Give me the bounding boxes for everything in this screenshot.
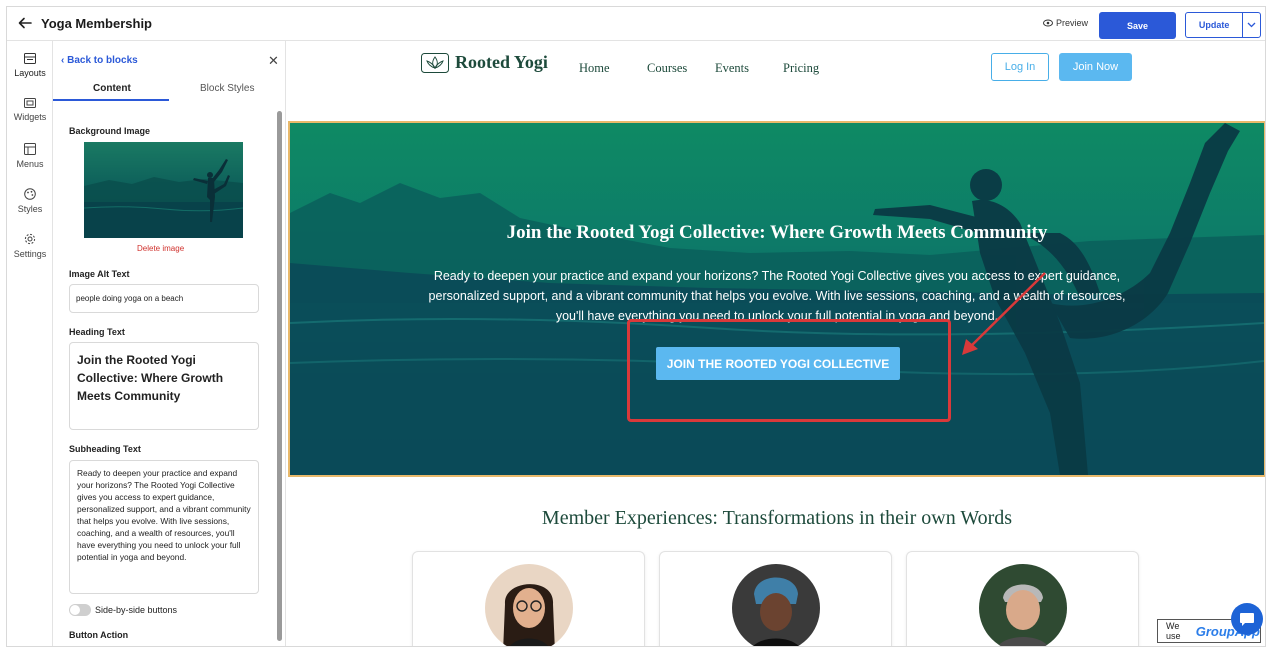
rail-label: Widgets — [13, 112, 47, 122]
subheading-text-input[interactable]: Ready to deepen your practice and expand… — [69, 460, 259, 594]
site-logo[interactable]: Rooted Yogi — [421, 52, 548, 73]
join-now-button[interactable]: Join Now — [1059, 53, 1132, 81]
update-label: Update — [1198, 20, 1230, 30]
chevron-down-icon — [1247, 22, 1256, 28]
image-alt-text-label: Image Alt Text — [69, 269, 130, 279]
login-button[interactable]: Log In — [991, 53, 1049, 81]
back-to-blocks-label: Back to blocks — [67, 55, 138, 66]
annotation-highlight-box — [627, 319, 951, 422]
update-dropdown[interactable] — [1242, 13, 1260, 37]
gear-icon — [24, 233, 36, 245]
nav-home[interactable]: Home — [579, 61, 610, 76]
nav-courses[interactable]: Courses — [647, 61, 687, 76]
rail-label: Settings — [13, 249, 47, 259]
rail-item-menus[interactable]: Menus — [7, 143, 53, 169]
button-action-label: Button Action — [69, 630, 129, 640]
nav-pricing[interactable]: Pricing — [783, 61, 819, 76]
chat-icon — [1240, 612, 1254, 626]
tab-block-styles[interactable]: Block Styles — [200, 83, 254, 94]
delete-image-link[interactable]: Delete image — [137, 244, 184, 253]
avatar — [979, 564, 1067, 646]
yoga-silhouette-image — [84, 159, 243, 238]
rail-label: Styles — [17, 204, 43, 214]
side-by-side-toggle[interactable] — [69, 604, 91, 616]
rail-item-settings[interactable]: Settings — [7, 233, 53, 259]
testimonial-card[interactable] — [412, 551, 645, 646]
avatar — [732, 564, 820, 646]
block-settings-panel: ‹ Back to blocks ✕ Content Block Styles … — [53, 41, 286, 646]
back-to-blocks-link[interactable]: ‹ Back to blocks — [61, 55, 138, 66]
widgets-icon — [24, 98, 36, 108]
rail-label: Menus — [16, 159, 44, 169]
eye-icon — [1043, 19, 1053, 27]
side-by-side-label: Side-by-side buttons — [95, 605, 178, 615]
member-photo — [485, 564, 573, 646]
app-title: Yoga Membership — [41, 16, 153, 31]
panel-scrollbar[interactable] — [277, 111, 282, 641]
active-tab-indicator — [53, 99, 169, 101]
menus-icon — [24, 143, 36, 155]
preview-button[interactable]: Preview — [1043, 18, 1088, 28]
preview-label: Preview — [1056, 18, 1089, 28]
back-arrow-icon[interactable] — [17, 15, 33, 31]
hero-heading: Join the Rooted Yogi Collective: Where G… — [506, 222, 1048, 243]
subheading-text-label: Subheading Text — [69, 444, 141, 454]
rail-item-styles[interactable]: Styles — [7, 188, 53, 214]
rail-item-layouts[interactable]: Layouts — [7, 53, 53, 78]
testimonial-card[interactable] — [906, 551, 1139, 646]
annotation-arrow-icon — [962, 272, 1046, 355]
background-image-label: Background Image — [69, 126, 151, 136]
testimonial-card[interactable] — [659, 551, 892, 646]
nav-events[interactable]: Events — [715, 61, 749, 76]
member-photo — [979, 564, 1067, 646]
background-image-thumbnail[interactable] — [84, 142, 243, 238]
heading-text-label: Heading Text — [69, 327, 125, 337]
tab-content[interactable]: Content — [93, 83, 131, 94]
builder-window: Yoga Membership Preview Save Update Layo… — [6, 6, 1266, 647]
top-bar: Yoga Membership Preview Save Update — [7, 7, 1265, 41]
tool-rail: Layouts Widgets Menus Styles Settings — [7, 41, 53, 646]
image-alt-text-input[interactable]: people doing yoga on a beach — [69, 284, 259, 313]
panel-tabs: Content Block Styles — [53, 75, 285, 101]
testimonials-title: Member Experiences: Transformations in t… — [541, 507, 1013, 529]
lotus-logo-icon — [421, 52, 449, 73]
badge-prefix: We use — [1166, 621, 1181, 641]
chat-button[interactable] — [1231, 603, 1263, 635]
page-canvas: Rooted Yogi Home Courses Events Pricing … — [287, 41, 1265, 646]
close-icon[interactable]: ✕ — [268, 53, 279, 69]
logo-text: Rooted Yogi — [455, 52, 548, 72]
rail-label: Layouts — [14, 68, 46, 78]
layouts-icon — [24, 53, 36, 64]
save-button[interactable]: Save — [1099, 12, 1176, 39]
hero-block[interactable]: Join the Rooted Yogi Collective: Where G… — [288, 121, 1265, 477]
rail-item-widgets[interactable]: Widgets — [7, 98, 53, 122]
avatar — [485, 564, 573, 646]
palette-icon — [24, 188, 36, 200]
heading-text-input[interactable]: Join the Rooted Yogi Collective: Where G… — [69, 342, 259, 430]
update-button[interactable]: Update — [1185, 12, 1261, 38]
member-photo — [732, 564, 820, 646]
